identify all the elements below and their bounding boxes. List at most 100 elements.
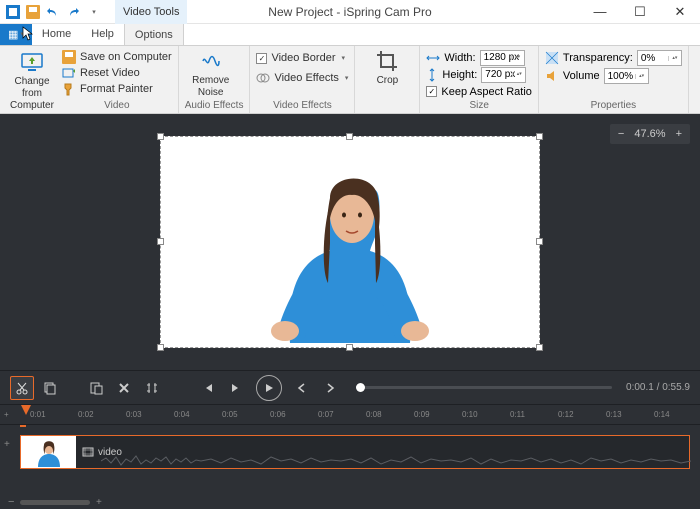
video-track-clip[interactable]: video	[20, 435, 690, 469]
video-effects-button[interactable]: Video Effects	[256, 69, 348, 87]
ribbon-group-audio-label: Audio Effects	[185, 100, 244, 113]
keep-aspect-label: Keep Aspect Ratio	[441, 86, 532, 98]
reset-video-button[interactable]: Reset Video	[62, 65, 172, 80]
crop-button[interactable]: Crop	[361, 49, 413, 87]
tab-options[interactable]: Options	[124, 23, 184, 45]
zoom-in-icon[interactable]: +	[676, 128, 682, 140]
ruler-tick: 0:14	[654, 410, 670, 419]
zoom-out-icon[interactable]: −	[618, 128, 624, 140]
maximize-button[interactable]: ☐	[620, 0, 660, 24]
ribbon-group-size: Width: 1280 px Height: 720 px ✓ Keep Aspect…	[420, 46, 539, 113]
ruler-tick: 0:05	[222, 410, 238, 419]
save-on-computer-button[interactable]: Save on Computer	[62, 49, 172, 64]
minimize-button[interactable]: —	[580, 0, 620, 24]
audio-waveform	[101, 454, 691, 468]
tab-help[interactable]: Help	[81, 23, 124, 45]
app-icon[interactable]	[4, 3, 22, 21]
zoom-control[interactable]: − 47.6% +	[610, 124, 690, 144]
video-effects-label: Video Effects	[274, 72, 338, 84]
clip-thumbnail	[21, 436, 76, 468]
timeline-tracks: + video + −	[0, 424, 700, 509]
ruler-tick: 0:01	[30, 410, 46, 419]
scrub-bar[interactable]	[356, 386, 612, 389]
change-from-computer-button[interactable]: Change from Computer	[6, 49, 58, 113]
height-input[interactable]: 720 px	[481, 67, 526, 83]
ribbon-group-properties: Transparency: 0% Volume 100% Properties	[539, 46, 689, 113]
ruler-tick: 0:08	[366, 410, 382, 419]
video-border-label: Video Border	[271, 52, 335, 64]
zoom-value: 47.6%	[634, 128, 665, 140]
timeline-ruler[interactable]: + 0:010:020:030:040:050:060:070:080:090:…	[0, 404, 700, 424]
video-border-button[interactable]: ✓Video Border	[256, 49, 348, 67]
quick-access-toolbar	[0, 3, 106, 21]
crop-label: Crop	[377, 75, 399, 87]
horizontal-scrollbar[interactable]	[20, 500, 90, 505]
track-add-icon-2[interactable]: +	[4, 439, 10, 450]
transparency-input[interactable]: 0%	[637, 50, 682, 66]
zoom-timeline-out-icon[interactable]: −	[8, 496, 14, 508]
format-painter-button[interactable]: Format Painter	[62, 82, 172, 97]
ribbon-group-crop: Crop	[355, 46, 420, 113]
ribbon-group-video-effects-label: Video Effects	[256, 100, 348, 113]
ruler-tick: 0:10	[462, 410, 478, 419]
track-add-icon[interactable]: +	[4, 410, 9, 419]
ribbon-group-size-label: Size	[426, 100, 532, 113]
skip-end-button[interactable]	[224, 376, 248, 400]
timecode: 0:00.1 / 0:55.9	[626, 382, 690, 393]
crop-timeline-button[interactable]	[140, 376, 164, 400]
video-clip-icon	[82, 447, 94, 457]
ribbon-group-properties-label: Properties	[545, 100, 682, 113]
keep-aspect-checkbox[interactable]: ✓	[426, 86, 437, 97]
window-title: New Project - iSpring Cam Pro	[268, 5, 431, 19]
delete-button[interactable]	[112, 376, 136, 400]
ruler-tick: 0:09	[414, 410, 430, 419]
remove-noise-label: Remove Noise	[192, 75, 229, 99]
skip-start-button[interactable]	[196, 376, 220, 400]
width-label: Width:	[444, 52, 475, 64]
ribbon-group-video-effects: ✓Video Border Video Effects Video Effect…	[250, 46, 355, 113]
ruler-tick: 0:07	[318, 410, 334, 419]
video-frame[interactable]	[160, 136, 540, 348]
ruler-tick: 0:03	[126, 410, 142, 419]
ruler-tick: 0:13	[606, 410, 622, 419]
file-tab-icon: ▦	[8, 28, 18, 41]
volume-label: Volume	[563, 70, 600, 82]
copy-button[interactable]	[38, 376, 62, 400]
volume-input[interactable]: 100%	[604, 68, 649, 84]
remove-noise-button[interactable]: Remove Noise	[185, 49, 237, 99]
ribbon-group-audio: Remove Noise Audio Effects	[179, 46, 251, 113]
save-on-computer-label: Save on Computer	[80, 51, 172, 63]
ruler-tick: 0:02	[78, 410, 94, 419]
ribbon: Change from Computer Save on Computer Re…	[0, 46, 700, 114]
play-button[interactable]	[256, 375, 282, 401]
format-painter-label: Format Painter	[80, 83, 153, 95]
scrub-handle[interactable]	[356, 383, 365, 392]
ribbon-tabs: ▦ Home Help Options	[0, 24, 700, 46]
cut-button[interactable]	[10, 376, 34, 400]
width-input[interactable]: 1280 px	[480, 50, 525, 66]
height-label: Height:	[442, 69, 477, 81]
paste-button[interactable]	[84, 376, 108, 400]
player-bar: 0:00.1 / 0:55.9	[0, 370, 700, 404]
ruler-tick: 0:12	[558, 410, 574, 419]
undo-icon[interactable]	[44, 3, 62, 21]
canvas-area[interactable]: − 47.6% +	[0, 114, 700, 370]
qat-customize-icon[interactable]	[84, 3, 102, 21]
ruler-tick: 0:11	[510, 410, 525, 419]
context-tab-video-tools: Video Tools	[115, 0, 187, 24]
change-from-computer-label: Change from Computer	[6, 76, 58, 112]
video-content-person	[230, 143, 470, 343]
save-icon[interactable]	[24, 3, 42, 21]
ribbon-group-video-label: Video	[62, 100, 172, 113]
next-frame-button[interactable]	[318, 376, 342, 400]
reset-video-label: Reset Video	[80, 67, 140, 79]
tab-home[interactable]: Home	[32, 23, 81, 45]
prev-frame-button[interactable]	[290, 376, 314, 400]
transparency-label: Transparency:	[563, 52, 633, 64]
redo-icon[interactable]	[64, 3, 82, 21]
zoom-timeline-in-icon[interactable]: +	[96, 497, 102, 508]
cursor-icon	[22, 26, 36, 42]
ruler-tick: 0:06	[270, 410, 286, 419]
title-bar: Video Tools New Project - iSpring Cam Pr…	[0, 0, 700, 24]
close-button[interactable]: ✕	[660, 0, 700, 24]
